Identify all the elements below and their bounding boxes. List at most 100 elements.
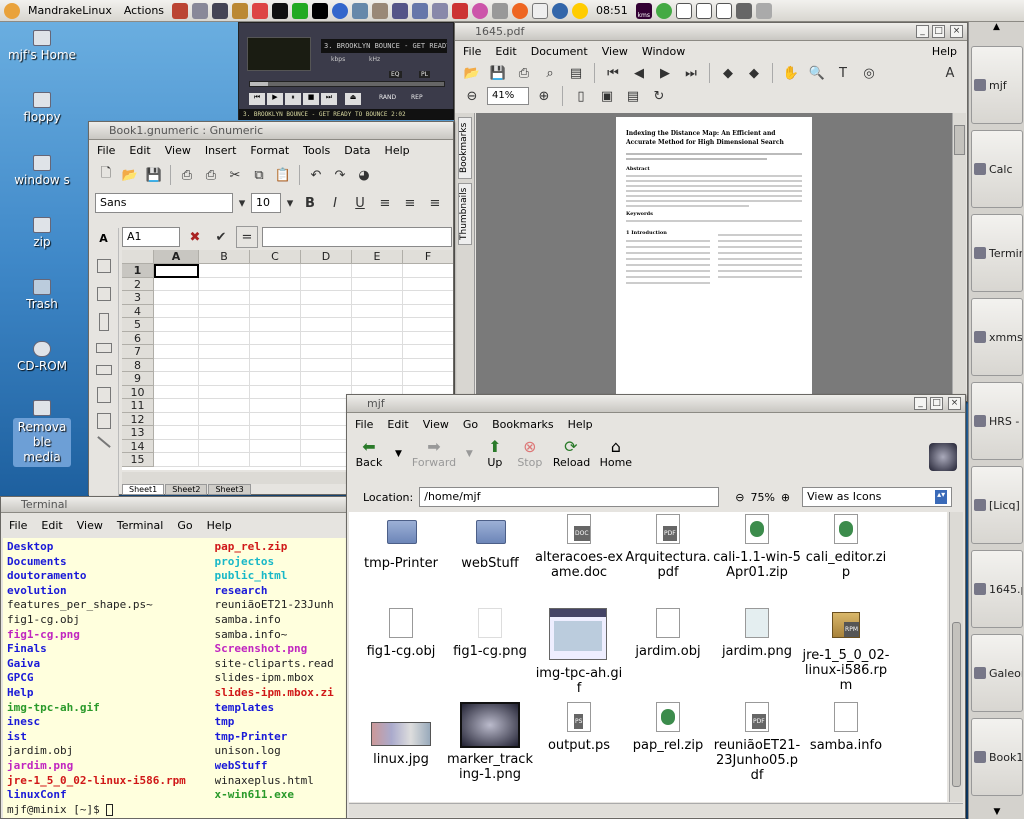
cell[interactable] xyxy=(352,264,403,278)
xmms-seek-bar[interactable] xyxy=(249,81,445,87)
home-button[interactable]: ⌂ Home xyxy=(599,437,633,469)
underline-icon[interactable]: U xyxy=(349,192,371,214)
battery-icon[interactable] xyxy=(755,2,772,19)
monitor-icon[interactable] xyxy=(212,2,229,19)
file-icon-item[interactable]: img-tpc-ah.gif xyxy=(535,608,623,696)
term-menu-file[interactable]: File xyxy=(9,519,27,532)
eject-icon[interactable]: ⏏ xyxy=(345,93,361,105)
cell[interactable] xyxy=(199,291,250,305)
cell[interactable] xyxy=(403,318,453,332)
snapshot-icon[interactable]: ◎ xyxy=(858,62,880,84)
cell[interactable] xyxy=(250,264,301,278)
cell[interactable] xyxy=(403,359,453,372)
cell[interactable] xyxy=(301,412,352,426)
workspace-2[interactable] xyxy=(695,2,712,19)
cell[interactable] xyxy=(250,277,301,291)
open-icon[interactable]: 📂 xyxy=(119,164,141,186)
hand-tool-icon[interactable]: ✋ xyxy=(780,62,802,84)
redo-icon[interactable]: ↷ xyxy=(329,164,351,186)
file-icon-item[interactable]: jardim.obj xyxy=(624,608,712,659)
cut-icon[interactable]: ✂ xyxy=(224,164,246,186)
gn-menu-insert[interactable]: Insert xyxy=(205,144,237,157)
file-icon-item[interactable]: cali_editor.zip xyxy=(802,514,890,580)
cell[interactable] xyxy=(301,358,352,372)
checkbox-tool-icon[interactable] xyxy=(96,287,111,301)
tools-icon[interactable] xyxy=(192,2,209,19)
font-size-field[interactable]: 10 xyxy=(251,193,281,213)
cell[interactable] xyxy=(154,439,199,453)
cell[interactable] xyxy=(301,439,352,453)
cell[interactable] xyxy=(250,426,301,440)
cell[interactable] xyxy=(352,291,403,305)
file-icon-item[interactable]: tmp-Printer xyxy=(357,514,445,571)
gn-menu-edit[interactable]: Edit xyxy=(129,144,150,157)
panel-scroll-up-icon[interactable]: ▲ xyxy=(969,22,1024,34)
align-left-icon[interactable]: ≡ xyxy=(374,192,396,214)
spreadsheet-icon[interactable] xyxy=(292,2,309,19)
align-right-icon[interactable]: ≡ xyxy=(424,192,446,214)
maximize-button[interactable]: □ xyxy=(930,397,943,410)
spin-tool-icon[interactable] xyxy=(98,313,109,331)
cell[interactable] xyxy=(154,385,199,399)
first-page-icon[interactable]: ⏮ xyxy=(602,62,624,84)
cell[interactable] xyxy=(403,264,453,278)
home-icon[interactable] xyxy=(252,2,269,19)
zoom-in-icon[interactable]: ⊕ xyxy=(781,491,790,504)
gn-menu-format[interactable]: Format xyxy=(250,144,289,157)
taskbar-button[interactable]: Calc xyxy=(971,130,1023,208)
editor-icon[interactable] xyxy=(392,2,409,19)
gimp-icon[interactable] xyxy=(372,2,389,19)
row-header[interactable]: 10 xyxy=(122,385,154,399)
column-header[interactable]: C xyxy=(250,250,301,264)
sheet-tab-1[interactable]: Sheet1 xyxy=(122,484,165,495)
bold-icon[interactable]: B xyxy=(299,192,321,214)
file-icon-item[interactable]: fig1-cg.obj xyxy=(357,608,445,659)
cell[interactable] xyxy=(154,277,199,291)
cell[interactable] xyxy=(199,426,250,440)
desktop-icon-windows[interactable]: window s xyxy=(7,155,77,188)
workspace-1[interactable] xyxy=(675,2,692,19)
taskbar-button[interactable]: Terminal xyxy=(971,214,1023,292)
cell[interactable] xyxy=(250,358,301,372)
row-header[interactable]: 4 xyxy=(122,304,154,318)
print-icon[interactable]: ⎙ xyxy=(513,62,535,84)
taskbar-button[interactable]: mjf xyxy=(971,46,1023,124)
pdf-menu-document[interactable]: Document xyxy=(531,45,588,58)
cell[interactable] xyxy=(352,372,403,386)
stop-button[interactable]: ⊗ Stop xyxy=(517,437,543,469)
button-tool-icon[interactable] xyxy=(95,365,112,375)
fm-titlebar[interactable]: mjf _ □ × xyxy=(347,395,965,413)
xmms-pl-toggle[interactable]: PL xyxy=(419,71,430,78)
properties-icon[interactable]: ▤ xyxy=(565,62,587,84)
zoom-out-icon[interactable]: ⊖ xyxy=(461,85,483,107)
desktop-icon-removable-media[interactable]: Remova ble media xyxy=(7,400,77,469)
view-mode-select[interactable]: View as Icons ▴▾ xyxy=(802,487,953,507)
settings-icon[interactable] xyxy=(412,2,429,19)
column-header[interactable]: D xyxy=(301,250,352,264)
cell[interactable] xyxy=(154,358,199,372)
cell[interactable] xyxy=(250,291,301,305)
column-header[interactable]: B xyxy=(199,250,250,264)
print-preview-icon[interactable]: ⎙ xyxy=(200,164,222,186)
cell[interactable] xyxy=(403,291,453,305)
save-icon[interactable]: 💾 xyxy=(487,62,509,84)
cell[interactable] xyxy=(301,453,352,467)
fit-page-icon[interactable]: ▣ xyxy=(596,85,618,107)
file-icon-item[interactable]: PDF Arquitectura.pdf xyxy=(624,514,712,580)
cell[interactable] xyxy=(154,291,199,305)
file-icon-item[interactable]: jardim.png xyxy=(713,608,801,659)
formula-input[interactable] xyxy=(262,227,452,247)
zoom-level[interactable]: 75% xyxy=(750,491,774,504)
fm-menu-file[interactable]: File xyxy=(355,418,373,431)
gn-menu-tools[interactable]: Tools xyxy=(303,144,330,157)
desktop-icon-zip[interactable]: zip xyxy=(7,217,77,250)
maximize-button[interactable]: □ xyxy=(932,25,945,38)
acrobat-icon[interactable]: A xyxy=(939,62,961,84)
location-input[interactable]: /home/mjf xyxy=(419,487,720,507)
tab-thumbnails[interactable]: Thumbnails xyxy=(458,183,472,245)
kde-icon[interactable] xyxy=(332,2,349,19)
desktop-icon-trash[interactable]: Trash xyxy=(7,279,77,312)
dice-icon[interactable] xyxy=(532,2,549,19)
file-icon-item[interactable]: fig1-cg.png xyxy=(446,608,534,659)
update-icon[interactable] xyxy=(552,2,569,19)
